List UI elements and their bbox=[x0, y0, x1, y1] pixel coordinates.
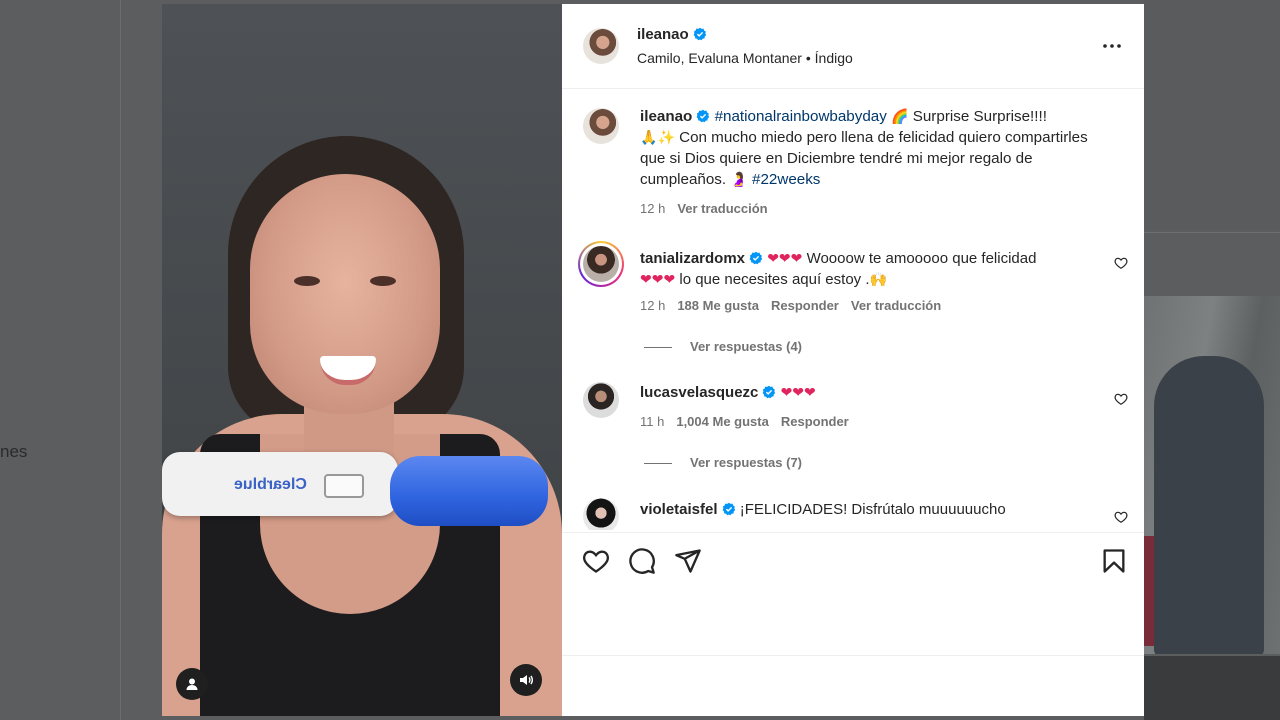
red-heart-icon: ❤❤❤ bbox=[640, 271, 676, 287]
background-image-strip bbox=[1144, 656, 1280, 720]
commenter-avatar[interactable] bbox=[583, 498, 619, 530]
pregnant-woman-icon: 🤰 bbox=[730, 171, 748, 187]
sparkles-icon: ✨ bbox=[657, 129, 675, 145]
author-avatar[interactable] bbox=[583, 28, 619, 64]
view-replies-button[interactable]: Ver respuestas (4) bbox=[644, 339, 802, 354]
caption-time[interactable]: 12 h bbox=[640, 201, 665, 216]
comment-username[interactable]: tanializardomx bbox=[640, 250, 745, 267]
caption-author-avatar[interactable] bbox=[583, 108, 619, 144]
story-ring[interactable] bbox=[578, 241, 624, 287]
test-brand-text: Clearblue bbox=[234, 476, 307, 493]
save-bookmark-icon[interactable] bbox=[1100, 547, 1128, 575]
comment-likes[interactable]: 188 Me gusta bbox=[677, 298, 759, 313]
comment-tania: tanializardomx ❤❤❤ Woooow te amooooo que… bbox=[640, 248, 1070, 290]
speaker-icon bbox=[520, 675, 533, 685]
hashtag-link[interactable]: #nationalrainbowbabyday bbox=[715, 108, 887, 125]
comment-lucas: lucasvelasquezc ❤❤❤ bbox=[640, 382, 1070, 403]
like-comment-heart-icon[interactable] bbox=[1114, 510, 1128, 524]
reply-button[interactable]: Responder bbox=[771, 298, 839, 313]
caption-meta: 12 h Ver traducción bbox=[640, 201, 780, 216]
post-action-bar bbox=[562, 532, 1144, 656]
comment-violeta-clip: violetaisfel ¡FELICIDADES! Disfrútalo mu… bbox=[562, 494, 1144, 530]
background-sidebar-text: nes bbox=[0, 442, 28, 461]
verified-badge-icon bbox=[722, 502, 735, 516]
hashtag-link[interactable]: #22weeks bbox=[752, 171, 820, 188]
rainbow-icon: 🌈 bbox=[891, 108, 909, 124]
translate-link[interactable]: Ver traducción bbox=[851, 298, 941, 313]
caption-username[interactable]: ileanao bbox=[640, 108, 692, 125]
more-horizontal-icon bbox=[1103, 44, 1121, 48]
post-details-panel: ileanao Camilo, Evaluna Montaner • Índig… bbox=[562, 4, 1144, 716]
reply-button[interactable]: Responder bbox=[781, 414, 849, 429]
post-media-video[interactable]: Clearblue bbox=[162, 4, 562, 716]
verified-badge-icon bbox=[763, 385, 776, 399]
comment-meta: 11 h 1,004 Me gusta Responder bbox=[640, 414, 861, 429]
post-caption: ileanao #nationalrainbowbabyday 🌈 Surpri… bbox=[640, 106, 1100, 190]
comment-violeta: violetaisfel ¡FELICIDADES! Disfrútalo mu… bbox=[640, 499, 1070, 520]
background-post-image bbox=[1144, 296, 1280, 654]
post-header: ileanao Camilo, Evaluna Montaner • Índig… bbox=[562, 4, 1144, 89]
red-heart-icon: ❤❤❤ bbox=[767, 250, 803, 266]
view-replies-button[interactable]: Ver respuestas (7) bbox=[644, 455, 802, 470]
author-username[interactable]: ileanao bbox=[637, 26, 689, 43]
tagged-users-button[interactable] bbox=[176, 668, 208, 700]
background-divider bbox=[120, 0, 121, 720]
audio-track[interactable]: Camilo, Evaluna Montaner • Índigo bbox=[637, 50, 853, 66]
like-heart-icon[interactable] bbox=[582, 547, 610, 575]
commenter-avatar[interactable] bbox=[583, 382, 619, 418]
comment-username[interactable]: lucasvelasquezc bbox=[640, 384, 758, 401]
caption-translate-link[interactable]: Ver traducción bbox=[677, 201, 767, 216]
raised-hands-icon: 🙌 bbox=[869, 271, 887, 287]
caption-text-2: Con mucho miedo pero llena de felicidad … bbox=[640, 129, 1088, 188]
user-icon bbox=[186, 678, 198, 690]
commenter-avatar[interactable] bbox=[583, 246, 619, 282]
comment-time[interactable]: 11 h bbox=[640, 414, 664, 429]
caption-text-1: Surprise Surprise!!!! bbox=[908, 108, 1047, 125]
red-heart-icon: ❤❤❤ bbox=[780, 384, 816, 400]
comment-icon[interactable] bbox=[628, 547, 656, 575]
background-divider-line bbox=[1144, 232, 1280, 233]
comment-text-b: lo que necesites aquí estoy . bbox=[675, 271, 870, 288]
like-comment-heart-icon[interactable] bbox=[1114, 392, 1128, 406]
comment-likes[interactable]: 1,004 Me gusta bbox=[676, 414, 769, 429]
like-comment-heart-icon[interactable] bbox=[1114, 256, 1128, 270]
comment-username[interactable]: violetaisfel bbox=[640, 501, 718, 518]
comment-meta: 12 h 188 Me gusta Responder Ver traducción bbox=[640, 298, 953, 313]
comment-text: ¡FELICIDADES! Disfrútalo muuuuuucho bbox=[739, 501, 1006, 518]
author-username-row: ileanao bbox=[637, 26, 707, 43]
praying-hands-icon: 🙏 bbox=[640, 129, 658, 145]
verified-badge-icon bbox=[693, 27, 706, 41]
share-paper-plane-icon[interactable] bbox=[674, 547, 702, 575]
verified-badge-icon bbox=[749, 251, 763, 265]
sound-toggle-button[interactable] bbox=[510, 664, 542, 696]
background-card bbox=[1144, 0, 1280, 230]
comment-time[interactable]: 12 h bbox=[640, 298, 665, 313]
verified-badge-icon bbox=[696, 109, 710, 123]
more-options-button[interactable] bbox=[1100, 34, 1124, 58]
comment-text-a: Woooow te amooooo que felicidad bbox=[802, 250, 1037, 267]
